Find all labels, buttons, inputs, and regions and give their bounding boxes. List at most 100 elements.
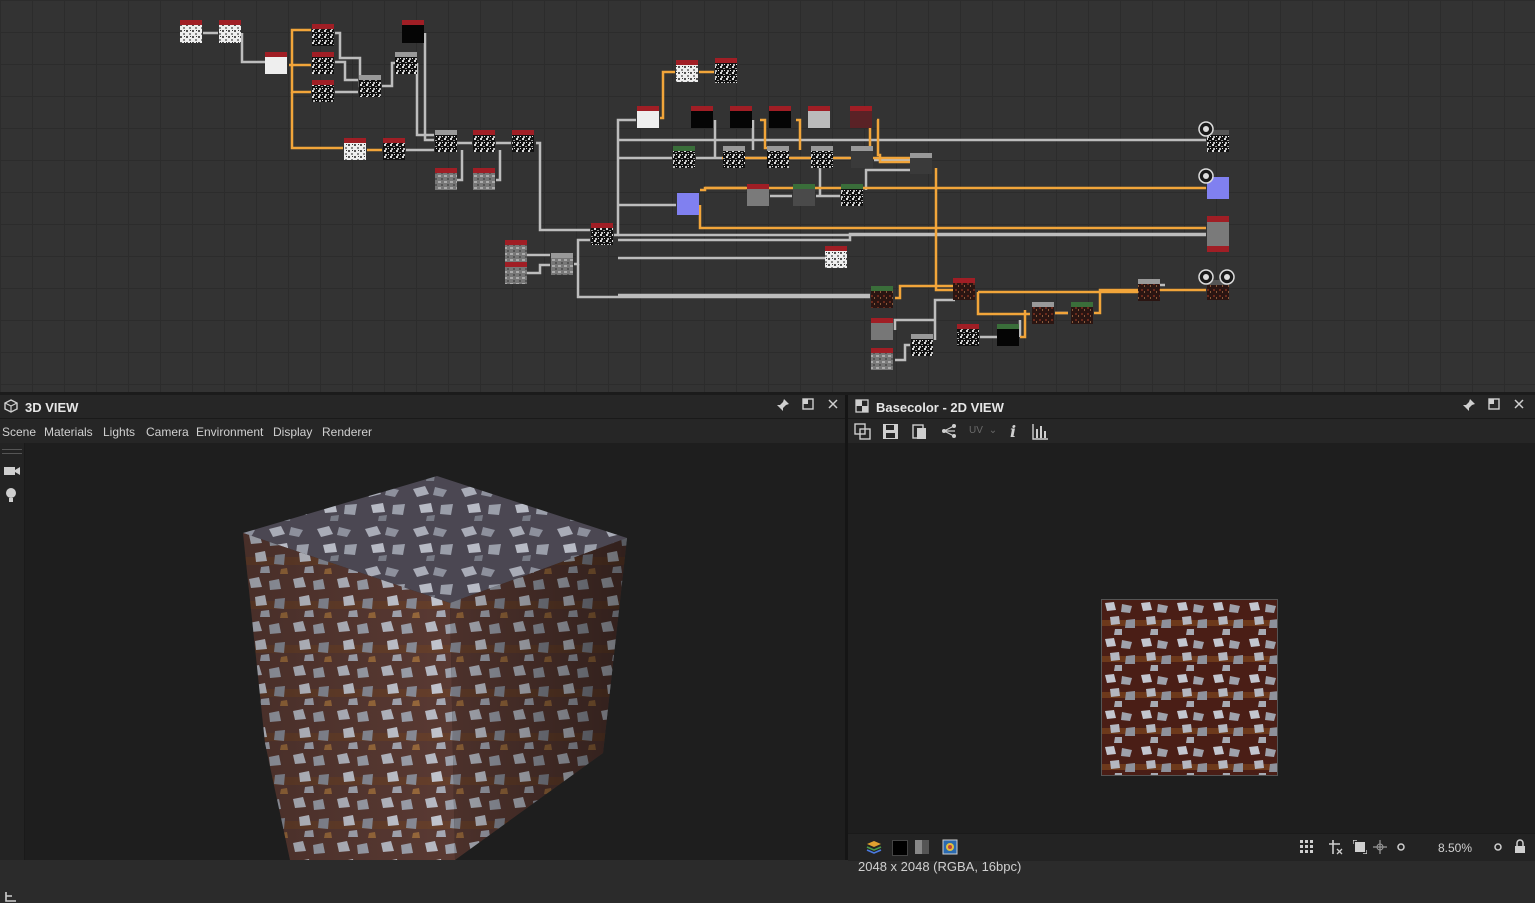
graph-node[interactable] bbox=[219, 20, 241, 43]
graph-node[interactable] bbox=[180, 20, 202, 43]
graph-node[interactable] bbox=[851, 146, 873, 168]
graph-node[interactable] bbox=[997, 324, 1019, 346]
clipboard-icon[interactable] bbox=[911, 423, 928, 440]
tiling-icon[interactable] bbox=[1328, 839, 1344, 855]
menu-environment[interactable]: Environment bbox=[196, 425, 263, 439]
graph-node[interactable] bbox=[769, 106, 791, 128]
panel-3d-menubar: Scene Materials Lights Camera Environmen… bbox=[0, 419, 845, 443]
maximize-icon[interactable] bbox=[800, 398, 816, 414]
graph-node[interactable] bbox=[730, 106, 752, 128]
uv-dropdown[interactable]: UV ⌄ bbox=[969, 425, 997, 436]
menu-lights[interactable]: Lights bbox=[103, 425, 135, 439]
graph-node[interactable] bbox=[677, 193, 699, 215]
panel-2d-toolbar: UV ⌄ i bbox=[848, 419, 1535, 443]
graph-node[interactable] bbox=[871, 286, 893, 308]
grid-icon[interactable] bbox=[1300, 840, 1314, 854]
graph-node[interactable] bbox=[637, 106, 659, 128]
graph-node[interactable] bbox=[715, 58, 737, 83]
graph-node[interactable] bbox=[359, 75, 381, 97]
tree-icon[interactable] bbox=[4, 891, 18, 903]
close-icon[interactable] bbox=[825, 398, 841, 414]
graph-node[interactable] bbox=[673, 146, 695, 168]
graph-node[interactable] bbox=[871, 348, 893, 370]
graph-node[interactable] bbox=[435, 130, 457, 152]
close-icon[interactable] bbox=[1511, 398, 1527, 414]
graph-node[interactable] bbox=[811, 146, 833, 168]
graph-node[interactable] bbox=[911, 334, 933, 356]
pan-icon[interactable] bbox=[1372, 839, 1388, 855]
color-picker-icon[interactable] bbox=[942, 839, 958, 855]
info-icon[interactable]: i bbox=[1010, 422, 1016, 441]
pin-icon[interactable] bbox=[775, 398, 791, 414]
black-background-swatch[interactable] bbox=[892, 840, 908, 856]
graph-node[interactable] bbox=[1138, 279, 1160, 301]
node-graph[interactable] bbox=[0, 0, 1535, 392]
graph-node[interactable] bbox=[676, 60, 698, 82]
rendered-cube bbox=[243, 476, 627, 860]
graph-node[interactable] bbox=[312, 80, 334, 102]
menu-camera[interactable]: Camera bbox=[146, 425, 189, 439]
copy-to-new-icon[interactable] bbox=[854, 423, 871, 440]
graph-node[interactable] bbox=[435, 168, 457, 190]
viewport-2d[interactable]: 2048 x 2048 (RGBA, 16bpc) bbox=[848, 443, 1535, 874]
gray-links bbox=[203, 31, 1206, 362]
graph-node[interactable] bbox=[850, 106, 872, 128]
lock-icon[interactable] bbox=[1514, 839, 1526, 854]
graph-node[interactable] bbox=[723, 146, 745, 168]
graph-node[interactable] bbox=[871, 318, 893, 340]
menu-renderer[interactable]: Renderer bbox=[322, 425, 372, 439]
graph-node[interactable] bbox=[910, 153, 932, 174]
panel-title: Basecolor - 2D VIEW bbox=[876, 400, 1004, 415]
panel-3d-side-toolbar bbox=[0, 443, 25, 902]
graph-node[interactable] bbox=[691, 106, 713, 128]
camera-icon[interactable] bbox=[3, 465, 21, 477]
graph-node[interactable] bbox=[591, 223, 613, 245]
graph-node[interactable] bbox=[344, 138, 366, 160]
graph-node[interactable] bbox=[312, 52, 334, 74]
pin-icon[interactable] bbox=[1461, 398, 1477, 414]
uv-label: UV bbox=[969, 425, 983, 436]
resolution-info: 2048 x 2048 (RGBA, 16bpc) bbox=[858, 859, 1022, 874]
graph-node[interactable] bbox=[825, 246, 847, 268]
graph-node[interactable] bbox=[395, 52, 417, 74]
viewport-3d[interactable] bbox=[25, 443, 845, 860]
graph-node[interactable] bbox=[953, 278, 975, 300]
layers-icon[interactable] bbox=[866, 839, 884, 855]
graph-node[interactable] bbox=[793, 184, 815, 206]
save-icon[interactable] bbox=[882, 423, 899, 440]
settings-dot-icon[interactable] bbox=[1494, 843, 1502, 851]
graph-node[interactable] bbox=[841, 184, 863, 206]
graph-canvas[interactable] bbox=[0, 0, 1535, 392]
fit-view-icon[interactable] bbox=[1353, 840, 1367, 854]
graph-node[interactable] bbox=[473, 168, 495, 190]
histogram-icon[interactable] bbox=[1032, 423, 1049, 440]
graph-node[interactable] bbox=[808, 106, 830, 128]
graph-node[interactable] bbox=[1032, 302, 1054, 324]
menu-display[interactable]: Display bbox=[273, 425, 312, 439]
light-bulb-icon[interactable] bbox=[5, 487, 17, 503]
output-badge-icon bbox=[1198, 121, 1214, 137]
zoom-level[interactable]: 8.50% bbox=[1438, 841, 1472, 855]
graph-node[interactable] bbox=[551, 253, 573, 275]
panel-2d-statusbar: 8.50% bbox=[848, 833, 1535, 861]
output-badge-icon bbox=[1219, 269, 1235, 285]
graph-node[interactable] bbox=[505, 240, 527, 262]
menu-scene[interactable]: Scene bbox=[2, 425, 36, 439]
orange-links bbox=[289, 28, 1206, 339]
output-node[interactable] bbox=[1207, 216, 1229, 252]
share-graph-icon[interactable] bbox=[941, 423, 958, 440]
menu-materials[interactable]: Materials bbox=[44, 425, 93, 439]
graph-node[interactable] bbox=[512, 130, 534, 152]
graph-node[interactable] bbox=[402, 20, 424, 43]
channels-icon[interactable] bbox=[915, 840, 929, 854]
graph-node[interactable] bbox=[265, 52, 287, 74]
graph-node[interactable] bbox=[505, 262, 527, 284]
graph-node[interactable] bbox=[473, 130, 495, 152]
graph-node[interactable] bbox=[747, 184, 769, 206]
graph-node[interactable] bbox=[1071, 302, 1093, 324]
graph-node[interactable] bbox=[383, 138, 405, 160]
maximize-icon[interactable] bbox=[1486, 398, 1502, 414]
graph-node[interactable] bbox=[957, 324, 979, 346]
graph-node[interactable] bbox=[767, 146, 789, 168]
graph-node[interactable] bbox=[312, 24, 334, 46]
